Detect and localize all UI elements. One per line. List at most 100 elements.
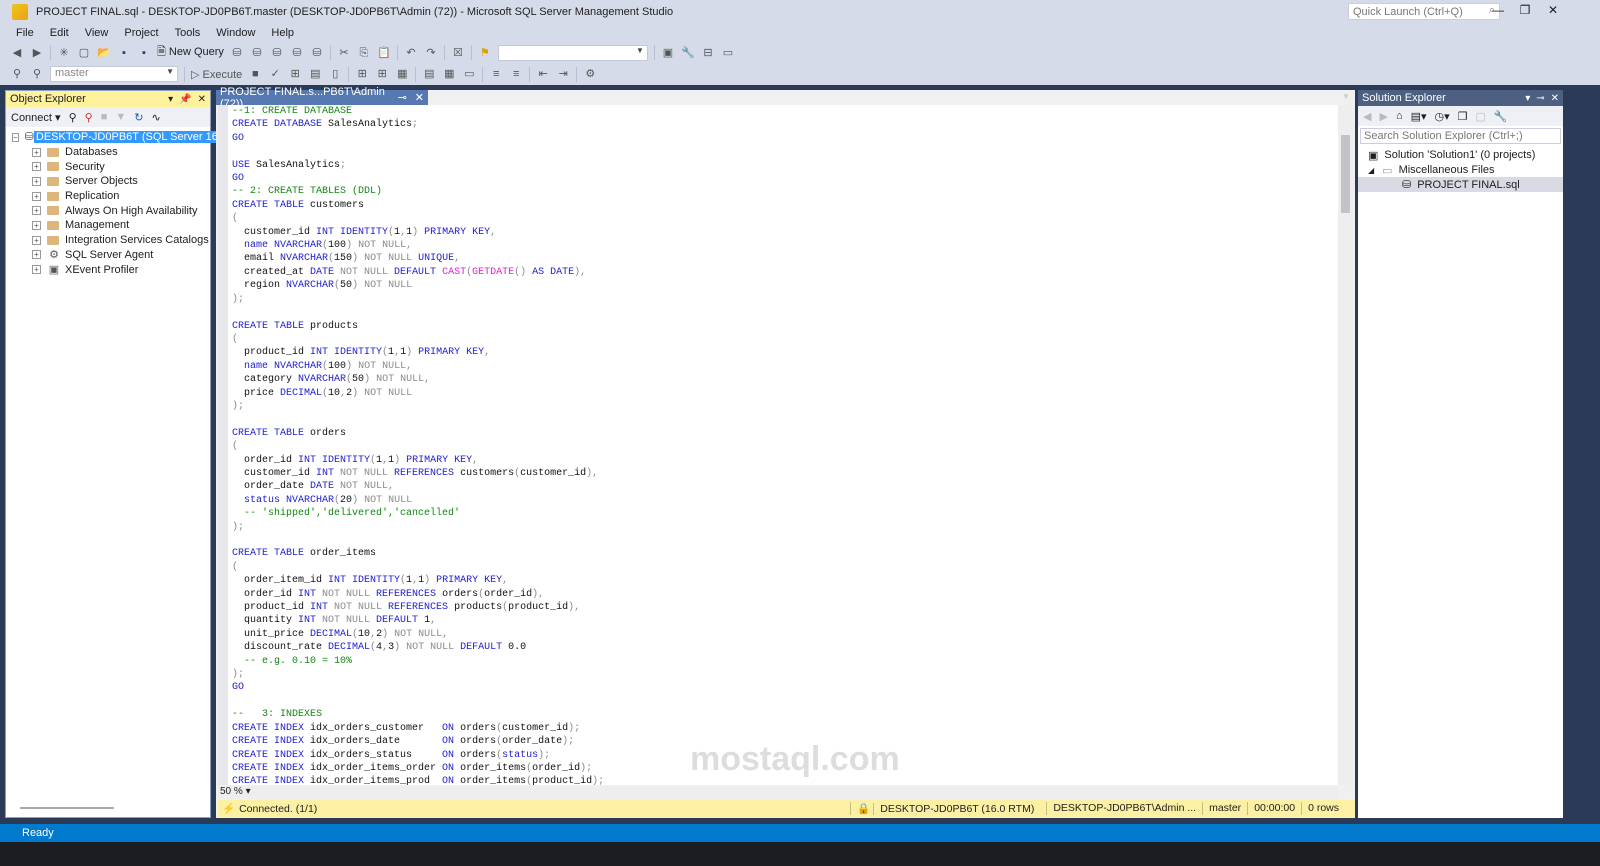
switch-views-icon[interactable]: ▤▾ bbox=[1411, 110, 1427, 123]
horizontal-scrollbar[interactable] bbox=[20, 807, 114, 809]
tree-node[interactable]: + Always On High Availability bbox=[32, 203, 210, 218]
solution-explorer-icon[interactable]: ▣ bbox=[661, 46, 675, 60]
parse-icon[interactable]: ✓ bbox=[268, 67, 282, 81]
tree-node[interactable]: + Security bbox=[32, 159, 210, 174]
tree-node[interactable]: + Integration Services Catalogs bbox=[32, 233, 210, 248]
filter-icon[interactable]: ▼ bbox=[115, 111, 126, 123]
dropdown-icon[interactable]: ▾ bbox=[1525, 93, 1530, 104]
close-icon[interactable]: ✕ bbox=[198, 94, 206, 105]
restore-button[interactable]: ❐ bbox=[1514, 3, 1536, 21]
tree-node[interactable]: + Replication bbox=[32, 189, 210, 204]
minimize-button[interactable]: — bbox=[1487, 3, 1509, 21]
uncomment-icon[interactable]: ≡ bbox=[509, 67, 523, 81]
close-tab-icon[interactable]: ✕ bbox=[415, 91, 424, 104]
redo-icon[interactable]: ↷ bbox=[424, 46, 438, 60]
xmla-query-icon[interactable]: ⛁ bbox=[290, 46, 304, 60]
intellisense-icon[interactable]: ▯ bbox=[328, 67, 342, 81]
disconnect-icon[interactable]: ⚲ bbox=[85, 111, 93, 124]
expand-icon[interactable]: + bbox=[32, 235, 41, 245]
terminal-icon[interactable]: ▭ bbox=[721, 46, 735, 60]
tree-node[interactable]: + Server Objects bbox=[32, 174, 210, 189]
solution-search-input[interactable]: Search Solution Explorer (Ctrl+;) bbox=[1360, 128, 1561, 144]
disconnect-icon[interactable]: ⚲ bbox=[30, 67, 44, 81]
client-stats-icon[interactable]: ▦ bbox=[395, 67, 409, 81]
dropdown-icon[interactable]: ▾ bbox=[168, 94, 173, 105]
properties-icon[interactable]: 🔧 bbox=[681, 46, 695, 60]
open-file-icon[interactable]: 📂 bbox=[97, 46, 111, 60]
expand-icon[interactable]: + bbox=[32, 206, 41, 216]
database-select[interactable]: master ▼ bbox=[50, 66, 178, 82]
toolbox-icon[interactable]: ⊟ bbox=[701, 46, 715, 60]
dax-query-icon[interactable]: ⛁ bbox=[310, 46, 324, 60]
query-options-icon[interactable]: ▤ bbox=[308, 67, 322, 81]
back-icon[interactable]: ◀ bbox=[1363, 110, 1371, 123]
misc-files-node[interactable]: ◢ ▭ Miscellaneous Files bbox=[1368, 163, 1563, 178]
connect-icon[interactable]: ⚲ bbox=[10, 67, 24, 81]
file-node-project-final[interactable]: ⛁ PROJECT FINAL.sql bbox=[1358, 177, 1563, 193]
new-query-button[interactable]: 🗎 New Query bbox=[157, 43, 224, 62]
tree-node[interactable]: + ▣ XEvent Profiler bbox=[32, 262, 210, 277]
menu-view[interactable]: View bbox=[77, 27, 117, 39]
expanded-arrow-icon[interactable]: ◢ bbox=[1368, 166, 1374, 175]
estimated-plan-icon[interactable]: ⊞ bbox=[288, 67, 302, 81]
menu-project[interactable]: Project bbox=[116, 27, 166, 39]
stop-icon[interactable]: ■ bbox=[101, 111, 108, 123]
pending-changes-icon[interactable]: ◷▾ bbox=[1435, 110, 1450, 123]
comment-icon[interactable]: ≡ bbox=[489, 67, 503, 81]
menu-edit[interactable]: Edit bbox=[42, 27, 77, 39]
find-combo[interactable]: ▼ bbox=[497, 44, 648, 61]
dmx-query-icon[interactable]: ⛁ bbox=[270, 46, 284, 60]
expand-icon[interactable]: + bbox=[32, 265, 41, 275]
expand-icon[interactable]: + bbox=[32, 191, 41, 201]
menu-tools[interactable]: Tools bbox=[167, 27, 209, 39]
paste-icon[interactable]: 📋 bbox=[377, 46, 391, 60]
collapse-icon[interactable]: − bbox=[12, 132, 19, 142]
menu-window[interactable]: Window bbox=[208, 27, 263, 39]
stop-icon[interactable]: ■ bbox=[248, 67, 262, 81]
increase-indent-icon[interactable]: ⇥ bbox=[556, 67, 570, 81]
undo-icon[interactable]: ↶ bbox=[404, 46, 418, 60]
expand-icon[interactable]: + bbox=[32, 162, 41, 172]
pin-icon[interactable]: 📌 bbox=[179, 94, 191, 105]
back-icon[interactable]: ◀ bbox=[10, 46, 24, 60]
save-all-icon[interactable]: ▪ bbox=[137, 46, 151, 60]
forward-icon[interactable]: ▶ bbox=[30, 46, 44, 60]
show-all-files-icon[interactable]: ▢ bbox=[1476, 110, 1486, 123]
refresh-icon[interactable]: ↻ bbox=[134, 111, 143, 124]
scrollbar-thumb[interactable] bbox=[1341, 135, 1350, 213]
solution-node[interactable]: ▣ Solution 'Solution1' (0 projects) bbox=[1368, 148, 1563, 163]
connect-button[interactable]: Connect ▾ bbox=[11, 111, 61, 124]
quick-launch-input[interactable]: Quick Launch (Ctrl+Q) ⌕ bbox=[1348, 3, 1500, 20]
pin-icon[interactable]: ⊸ bbox=[1536, 93, 1544, 104]
home-icon[interactable]: ⌂ bbox=[1396, 110, 1403, 122]
results-grid-icon[interactable]: ▦ bbox=[442, 67, 456, 81]
mdx-query-icon[interactable]: ⛁ bbox=[250, 46, 264, 60]
close-button[interactable]: ✕ bbox=[1542, 3, 1564, 21]
tree-node[interactable]: + Databases bbox=[32, 145, 210, 160]
close-icon[interactable]: ✕ bbox=[1551, 93, 1559, 104]
execute-button[interactable]: ▷ Execute bbox=[191, 68, 242, 81]
save-icon[interactable]: ▪ bbox=[117, 46, 131, 60]
code-editor[interactable]: --1: CREATE DATABASE CREATE DATABASE Sale… bbox=[218, 105, 1338, 785]
live-stats-icon[interactable]: ⊞ bbox=[375, 67, 389, 81]
new-project-icon[interactable]: ✳ bbox=[57, 46, 71, 60]
menu-help[interactable]: Help bbox=[263, 27, 302, 39]
new-file-icon[interactable]: ▢ bbox=[77, 46, 91, 60]
plug-icon[interactable]: ⚲ bbox=[69, 111, 77, 124]
find-icon[interactable]: ⚑ bbox=[478, 46, 492, 60]
zoom-select[interactable]: 50 % ▾ bbox=[218, 786, 251, 797]
results-file-icon[interactable]: ▭ bbox=[462, 67, 476, 81]
copy-icon[interactable]: ⎘ bbox=[357, 46, 371, 60]
activity-monitor-icon[interactable]: ∿ bbox=[151, 111, 160, 124]
include-plan-icon[interactable]: ⊞ bbox=[355, 67, 369, 81]
tab-project-final-sql[interactable]: PROJECT FINAL.s...PB6T\Admin (72)) ⊸ ✕ bbox=[216, 86, 428, 110]
results-text-icon[interactable]: ▤ bbox=[422, 67, 436, 81]
menu-file[interactable]: File bbox=[8, 27, 42, 39]
tab-overflow-icon[interactable]: ▼ bbox=[1342, 92, 1350, 101]
tree-node-server[interactable]: − ⛁ DESKTOP-JD0PB6T (SQL Server 16.0 bbox=[12, 130, 230, 145]
properties-icon[interactable]: 🔧 bbox=[1494, 110, 1508, 123]
tree-node[interactable]: + Management bbox=[32, 218, 210, 233]
collapse-all-icon[interactable]: ❐ bbox=[1458, 110, 1468, 123]
expand-icon[interactable]: + bbox=[32, 220, 41, 230]
database-engine-query-icon[interactable]: ⛁ bbox=[230, 46, 244, 60]
